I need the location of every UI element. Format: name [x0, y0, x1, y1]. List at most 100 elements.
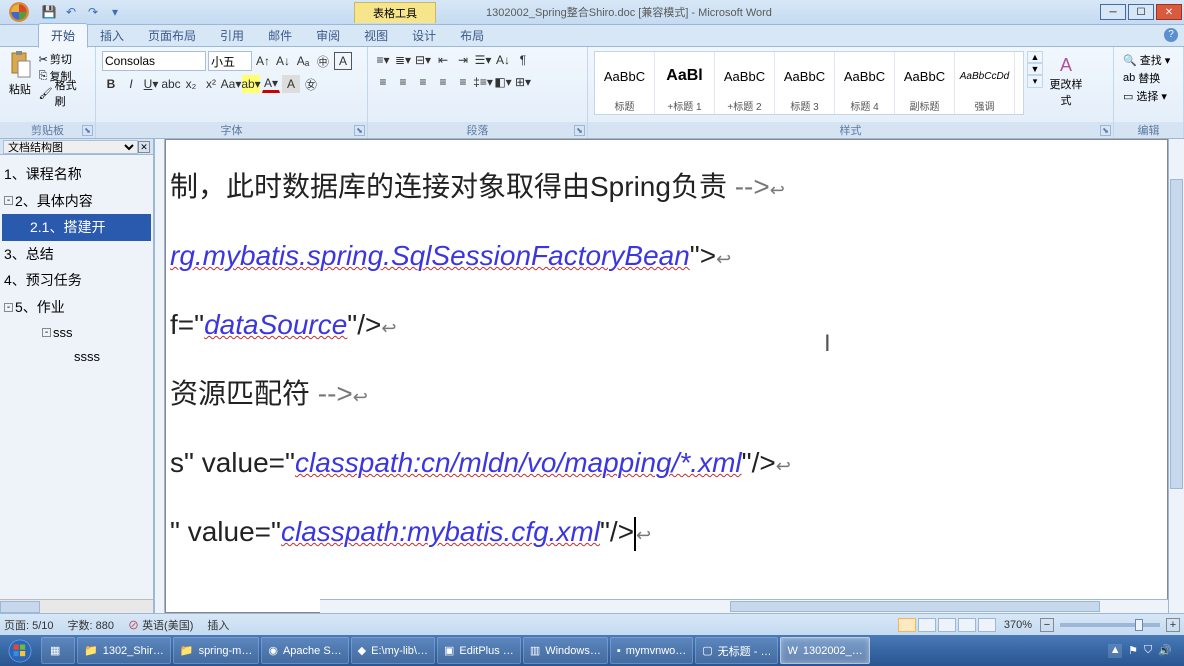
task-item[interactable]: ▪mymvnwo…	[610, 637, 693, 664]
line-spacing-button[interactable]: ‡≡▾	[474, 73, 492, 91]
status-insert-mode[interactable]: 插入	[207, 617, 229, 633]
ruler-toggle[interactable]	[155, 139, 165, 613]
tab-references[interactable]: 引用	[208, 24, 256, 47]
borders-button[interactable]: ⊞▾	[514, 73, 532, 91]
superscript-button[interactable]: x²	[202, 75, 220, 93]
undo-icon[interactable]: ↶	[62, 3, 80, 21]
tab-page-layout[interactable]: 页面布局	[136, 24, 208, 47]
font-color-button[interactable]: A▾	[262, 75, 280, 93]
view-print-layout[interactable]	[898, 618, 916, 632]
status-language[interactable]: ⊘ 英语(美国)	[128, 617, 193, 633]
zoom-slider[interactable]	[1060, 623, 1160, 627]
task-item[interactable]: ▦	[41, 637, 75, 664]
indent-dec-button[interactable]: ⇤	[434, 51, 452, 69]
char-shading-button[interactable]: A	[282, 75, 300, 93]
nav-item[interactable]: ssss	[2, 345, 151, 370]
tray-icon[interactable]: ⛉	[1144, 644, 1152, 657]
numbering-button[interactable]: ≣▾	[394, 51, 412, 69]
align-center-button[interactable]: ≡	[394, 73, 412, 91]
zoom-out-button[interactable]: −	[1040, 618, 1054, 632]
tab-layout[interactable]: 布局	[448, 24, 496, 47]
nav-item[interactable]: 4、预习任务	[2, 267, 151, 294]
align-right-button[interactable]: ≡	[414, 73, 432, 91]
shrink-font-button[interactable]: A↓	[274, 52, 292, 70]
change-styles-button[interactable]: A 更改样式	[1046, 51, 1086, 112]
nav-item[interactable]: -sss	[2, 321, 151, 346]
view-draft[interactable]	[978, 618, 996, 632]
task-item[interactable]: ▥Windows…	[523, 637, 608, 664]
strike-button[interactable]: abc	[162, 75, 180, 93]
select-button[interactable]: ▭选择▾	[1120, 87, 1170, 105]
close-pane-button[interactable]: ✕	[138, 141, 150, 153]
dialog-launcher[interactable]: ⬊	[574, 125, 585, 136]
subscript-button[interactable]: x₂	[182, 75, 200, 93]
underline-button[interactable]: U▾	[142, 75, 160, 93]
view-outline[interactable]	[958, 618, 976, 632]
asian-layout-button[interactable]: ☰▾	[474, 51, 492, 69]
font-size-combo[interactable]	[208, 51, 252, 71]
task-item[interactable]: ◆E:\my-lib\…	[351, 637, 435, 664]
task-item[interactable]: ◉Apache S…	[261, 637, 348, 664]
format-painter-button[interactable]: 🖌格式刷	[37, 85, 89, 101]
indent-inc-button[interactable]: ⇥	[454, 51, 472, 69]
nav-item[interactable]: 1、课程名称	[2, 161, 151, 188]
dialog-launcher[interactable]: ⬊	[82, 125, 93, 136]
task-item[interactable]: ▢无标题 - …	[695, 637, 778, 664]
document-map-tree[interactable]: 1、课程名称 -2、具体内容 2.1、搭建开 3、总结 4、预习任务 -5、作业…	[0, 155, 153, 599]
sort-button[interactable]: A↓	[494, 51, 512, 69]
task-item[interactable]: W1302002_…	[780, 637, 869, 664]
italic-button[interactable]: I	[122, 75, 140, 93]
paste-button[interactable]: 粘贴	[6, 51, 34, 101]
enclose-char-button[interactable]: ㊛	[302, 75, 320, 93]
nav-item[interactable]: -2、具体内容	[2, 188, 151, 215]
dialog-launcher[interactable]: ⬊	[1100, 125, 1111, 136]
tab-design[interactable]: 设计	[400, 24, 448, 47]
document-map-select[interactable]: 文档结构图	[3, 140, 138, 154]
styles-gallery[interactable]: AaBbC标题 AaBl+标题 1 AaBbC+标题 2 AaBbC标题 3 A…	[594, 51, 1024, 115]
highlight-button[interactable]: ab▾	[242, 75, 260, 93]
align-justify-button[interactable]: ≡	[434, 73, 452, 91]
char-border-button[interactable]: A	[334, 52, 352, 70]
system-tray[interactable]: ▲ ⚑ ⛉ 🔊	[1102, 644, 1184, 658]
bold-button[interactable]: B	[102, 75, 120, 93]
change-case-button[interactable]: Aa▾	[222, 75, 240, 93]
zoom-in-button[interactable]: +	[1166, 618, 1180, 632]
align-left-button[interactable]: ≡	[374, 73, 392, 91]
save-icon[interactable]: 💾	[40, 3, 58, 21]
context-tab-table-tools[interactable]: 表格工具	[354, 2, 436, 23]
task-item[interactable]: 📁1302_Shir…	[77, 637, 171, 664]
close-button[interactable]: ✕	[1156, 4, 1182, 20]
tab-view[interactable]: 视图	[352, 24, 400, 47]
view-web-layout[interactable]	[938, 618, 956, 632]
nav-item[interactable]: 2.1、搭建开	[2, 214, 151, 241]
bullets-button[interactable]: ≡▾	[374, 51, 392, 69]
tab-mailings[interactable]: 邮件	[256, 24, 304, 47]
clear-format-button[interactable]: Aₐ	[294, 52, 312, 70]
replace-button[interactable]: ab替换	[1120, 69, 1163, 87]
vertical-scrollbar[interactable]	[1168, 139, 1184, 613]
view-full-reading[interactable]	[918, 618, 936, 632]
maximize-button[interactable]: ☐	[1128, 4, 1154, 20]
redo-icon[interactable]: ↷	[84, 3, 102, 21]
zoom-level[interactable]: 370%	[1004, 619, 1032, 631]
nav-item[interactable]: -5、作业	[2, 294, 151, 321]
status-page[interactable]: 页面: 5/10	[4, 617, 54, 633]
tab-review[interactable]: 审阅	[304, 24, 352, 47]
grow-font-button[interactable]: A↑	[254, 52, 272, 70]
qat-more-icon[interactable]: ▾	[106, 3, 124, 21]
horizontal-scrollbar[interactable]	[320, 599, 1168, 613]
task-item[interactable]: 📁spring-m…	[173, 637, 260, 664]
show-marks-button[interactable]: ¶	[514, 51, 532, 69]
start-button[interactable]	[0, 635, 40, 666]
shading-button[interactable]: ◧▾	[494, 73, 512, 91]
cut-button[interactable]: ✂剪切	[37, 51, 89, 67]
find-button[interactable]: 🔍查找▾	[1120, 51, 1173, 69]
nav-hscrollbar[interactable]	[0, 599, 153, 613]
tab-home[interactable]: 开始	[38, 23, 88, 48]
align-distribute-button[interactable]: ≡	[454, 73, 472, 91]
help-icon[interactable]: ?	[1164, 28, 1178, 42]
font-name-combo[interactable]	[102, 51, 206, 71]
styles-scroll-buttons[interactable]: ▲▼▾	[1027, 51, 1043, 88]
phonetic-button[interactable]: ㊥	[314, 52, 332, 70]
office-button[interactable]	[2, 0, 36, 25]
